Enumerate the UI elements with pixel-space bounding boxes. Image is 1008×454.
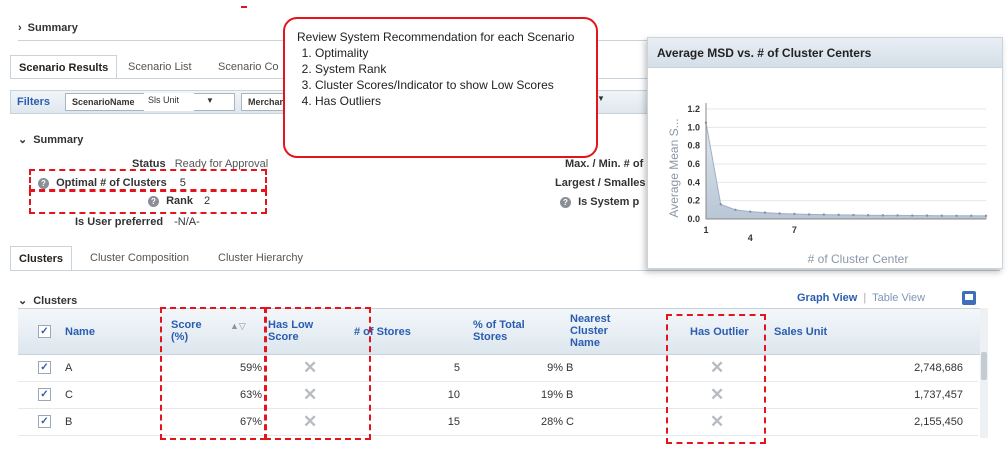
table-view-link[interactable]: Table View <box>872 292 925 304</box>
select-all-checkbox[interactable]: ✓ <box>38 325 51 338</box>
highlight-outlier-col <box>666 314 766 444</box>
data-point <box>955 214 958 217</box>
data-point <box>837 213 840 217</box>
highlight-optimal <box>29 169 267 191</box>
view-toggle: Graph View | Table View <box>797 292 926 304</box>
y-tick-label: 1.2 <box>687 104 700 114</box>
user-pref-row: Is User preferred -N/A- <box>75 216 200 228</box>
row-checkbox[interactable]: ✓ <box>38 361 51 374</box>
callout-bubble: Review System Recommendation for each Sc… <box>283 17 598 158</box>
highlight-has-low-col <box>265 307 371 440</box>
summary-top-header[interactable]: › Summary <box>18 22 78 34</box>
callout-item: Has Outliers <box>315 93 584 109</box>
tab-clusters[interactable]: Clusters <box>10 246 73 270</box>
data-point <box>940 214 943 217</box>
tab-scenario-list[interactable]: Scenario List <box>120 55 200 79</box>
area-series <box>705 122 987 220</box>
tab-cluster-composition[interactable]: Cluster Composition <box>82 246 197 270</box>
y-tick-label: 0.6 <box>687 159 700 169</box>
data-point <box>852 213 855 217</box>
row-checkbox[interactable]: ✓ <box>38 388 51 401</box>
chevron-down-icon: ⌄ <box>18 134 28 146</box>
x-tick-label: 7 <box>792 225 797 235</box>
x-tick-label: 1 <box>703 225 708 235</box>
chart-panel: Average MSD vs. # of Cluster Centers 0.0… <box>647 37 1003 269</box>
chart-title: Average MSD vs. # of Cluster Centers <box>657 46 872 60</box>
x-axis-label: # of Cluster Center <box>808 252 909 266</box>
data-point <box>984 214 988 218</box>
scenario-filter: ScenarioName Sls Unit ▼ <box>65 93 235 111</box>
highlight-score-col <box>160 307 266 440</box>
scrollbar-thumb[interactable] <box>981 352 987 380</box>
chevron-down-icon[interactable]: ▼ <box>206 96 214 105</box>
export-icon[interactable] <box>962 291 976 305</box>
y-tick-label: 0.8 <box>687 141 700 151</box>
data-point <box>763 211 767 214</box>
col-sales[interactable]: Sales Unit <box>774 326 827 338</box>
highlight-rank <box>29 190 267 214</box>
clusters-header[interactable]: ⌄ Clusters <box>18 294 77 307</box>
chart-svg: 0.0 0.2 0.4 0.6 0.8 1.0 1.2 1 4 7 Average Mean S..… <box>667 103 988 266</box>
col-name[interactable]: Name <box>65 326 95 338</box>
y-tick-label: 0.2 <box>687 196 700 206</box>
y-tick-label: 1.0 <box>687 122 700 132</box>
callout-item: Optimality <box>315 45 584 61</box>
x-tick-label: 4 <box>748 233 753 243</box>
data-point <box>734 208 737 212</box>
col-pct[interactable]: % of Total Stores <box>473 319 538 343</box>
maxmin-label: Max. / Min. # of <box>565 158 644 170</box>
is-system-row: ? Is System p <box>560 196 639 208</box>
data-point <box>881 214 885 217</box>
scenario-filter-label: ScenarioName <box>72 97 135 107</box>
callout-item: System Rank <box>315 61 584 77</box>
divider <box>10 270 1000 271</box>
y-tick-label: 0.4 <box>687 177 700 187</box>
callout-intro: Review System Recommendation for each Sc… <box>297 30 575 44</box>
y-tick-label: 0.0 <box>687 214 700 224</box>
red-tick <box>241 6 247 8</box>
chevron-right-icon: › <box>18 22 22 34</box>
data-point <box>719 203 722 206</box>
data-point <box>866 214 870 217</box>
y-axis-label: Average Mean S... <box>667 118 681 217</box>
tab-scenario-compare[interactable]: Scenario Co <box>210 55 287 79</box>
chart-header: Average MSD vs. # of Cluster Centers <box>648 38 1002 68</box>
graph-view-link[interactable]: Graph View <box>797 292 857 304</box>
largest-label: Largest / Smalles <box>555 177 646 189</box>
data-point <box>793 212 796 216</box>
sub-tabs: Clusters Cluster Composition Cluster Hie… <box>10 246 650 270</box>
data-point <box>925 214 929 217</box>
data-point <box>896 214 899 217</box>
data-point <box>911 214 914 217</box>
summary-header[interactable]: ⌄ Summary <box>18 133 83 146</box>
data-point <box>970 214 973 217</box>
filters-label: Filters <box>17 96 51 108</box>
chevron-down-icon[interactable]: ▼ <box>597 94 605 103</box>
data-point <box>749 210 752 213</box>
help-icon[interactable]: ? <box>560 196 571 208</box>
tab-cluster-hierarchy[interactable]: Cluster Hierarchy <box>210 246 311 270</box>
scrollbar[interactable] <box>980 308 988 438</box>
callout-item: Cluster Scores/Indicator to show Low Sco… <box>315 77 584 93</box>
chevron-down-icon: ⌄ <box>18 295 28 307</box>
scenario-select[interactable]: Sls Unit <box>144 93 194 111</box>
data-point <box>778 212 781 215</box>
col-nearest[interactable]: Nearest Cluster Name <box>570 313 630 349</box>
data-point <box>807 213 811 216</box>
data-point <box>822 213 826 216</box>
tab-scenario-results[interactable]: Scenario Results <box>10 55 118 79</box>
row-checkbox[interactable]: ✓ <box>38 415 51 428</box>
